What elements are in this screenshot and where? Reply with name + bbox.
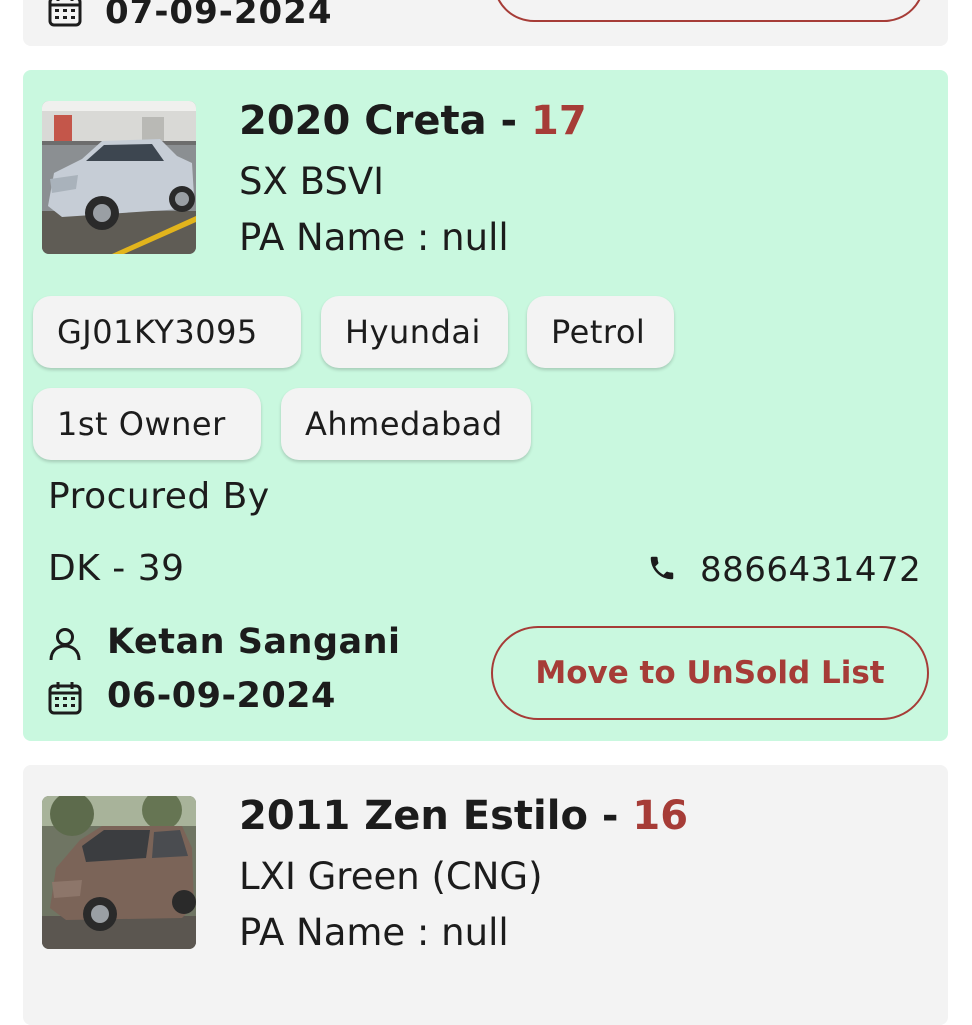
car-year-model: 2020 Creta - (239, 98, 532, 144)
move-to-unsold-label: Move to UnSold List (535, 655, 885, 691)
car-photo (42, 101, 196, 254)
calendar-icon (47, 0, 83, 32)
move-to-unsold-button[interactable] (493, 0, 925, 22)
owner-chip: 1st Owner (33, 388, 261, 460)
car-title: 2020 Creta - 17 (239, 98, 587, 144)
procurer-name: DK - 39 (48, 548, 185, 589)
calendar-icon (47, 680, 83, 720)
person-name: Ketan Sangani (107, 622, 401, 662)
date-text: 06-09-2024 (107, 676, 336, 716)
previous-car-card[interactable]: 07-09-2024 (23, 0, 948, 46)
car-count: 17 (531, 98, 587, 144)
registration-chip: GJ01KY3095 (33, 296, 301, 368)
procured-by-label: Procured By (48, 476, 270, 517)
person-icon (47, 626, 83, 666)
phone-number[interactable]: 8866431472 (700, 550, 921, 590)
car-card[interactable]: 2020 Creta - 17 SX BSVI PA Name : null G… (23, 70, 948, 741)
car-year-model: 2011 Zen Estilo - (239, 793, 633, 839)
city-chip: Ahmedabad (281, 388, 531, 460)
phone-icon[interactable] (647, 553, 677, 587)
next-car-card[interactable]: 2011 Zen Estilo - 16 LXI Green (CNG) PA … (23, 765, 948, 1025)
car-title: 2011 Zen Estilo - 16 (239, 793, 688, 839)
pa-name: PA Name : null (239, 911, 509, 954)
car-variant: LXI Green (CNG) (239, 855, 543, 898)
fuel-chip: Petrol (527, 296, 674, 368)
date-text: 07-09-2024 (105, 0, 333, 32)
car-photo (42, 796, 196, 949)
car-count: 16 (632, 793, 689, 839)
pa-name: PA Name : null (239, 216, 509, 259)
move-to-unsold-button[interactable]: Move to UnSold List (491, 626, 929, 720)
car-variant: SX BSVI (239, 160, 385, 203)
make-chip: Hyundai (321, 296, 508, 368)
date-row: 07-09-2024 (47, 0, 332, 32)
